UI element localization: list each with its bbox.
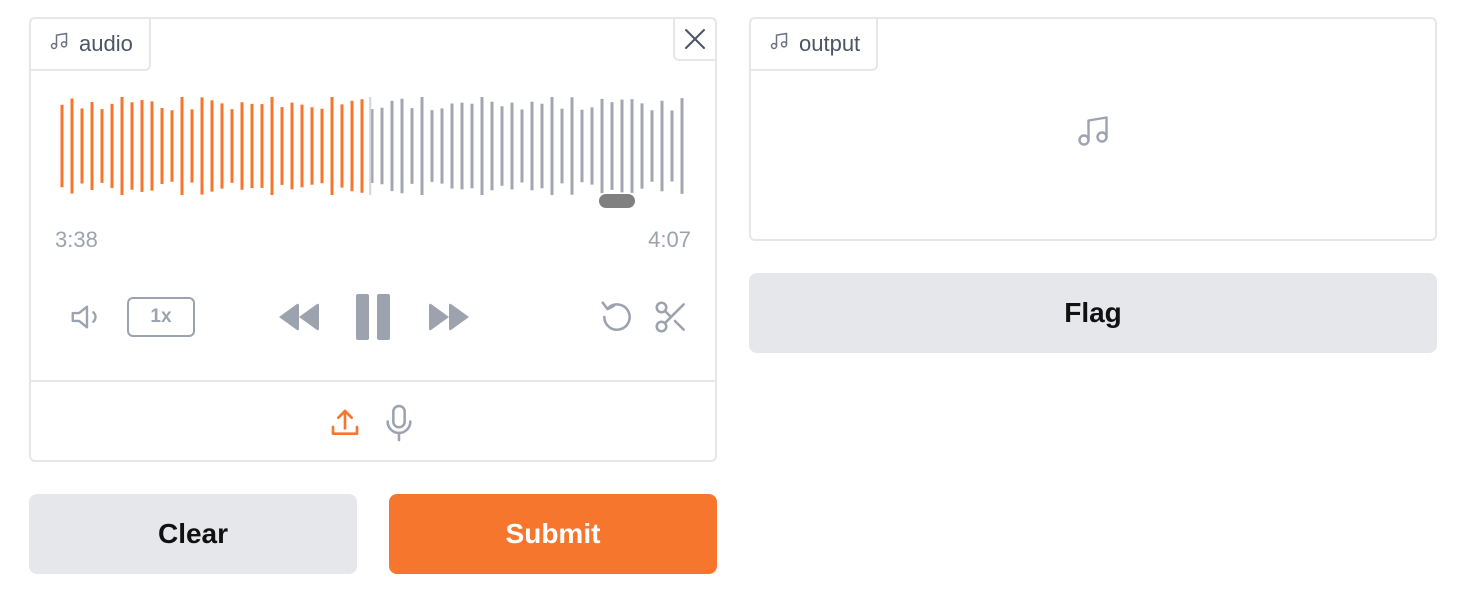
reset-button[interactable] (597, 297, 637, 337)
pause-icon (356, 294, 390, 340)
trim-button[interactable] (651, 297, 691, 337)
output-label-tab: output (749, 17, 879, 71)
audio-input-panel: audio 3:38 4:07 1x (29, 17, 717, 462)
reset-icon (601, 301, 631, 331)
audio-output-panel: output (749, 17, 1437, 241)
volume-icon (71, 305, 97, 329)
submit-button[interactable]: Submit (389, 494, 717, 574)
current-time: 3:38 (55, 227, 98, 252)
music-note-icon (769, 31, 789, 57)
close-icon (685, 29, 705, 49)
volume-button[interactable] (67, 297, 107, 337)
clear-button[interactable]: Clear (29, 494, 357, 574)
output-placeholder (1075, 113, 1111, 149)
audio-label-tab: audio (29, 17, 151, 71)
pause-button[interactable] (349, 291, 397, 343)
microphone-icon (386, 404, 412, 442)
audio-label: audio (79, 31, 133, 56)
waveform[interactable] (31, 19, 715, 460)
output-label: output (799, 31, 861, 56)
fast-forward-icon (429, 303, 469, 331)
close-button[interactable] (673, 17, 717, 61)
total-duration: 4:07 (648, 227, 691, 252)
upload-icon (331, 409, 359, 435)
music-note-icon (1078, 116, 1108, 146)
scissors-icon (655, 301, 685, 333)
playback-speed-button[interactable]: 1x (127, 297, 195, 337)
source-divider (31, 380, 715, 382)
microphone-source-button[interactable] (381, 401, 417, 445)
rewind-button[interactable] (271, 293, 327, 341)
fast-forward-button[interactable] (421, 293, 477, 341)
rewind-icon (279, 303, 319, 331)
flag-button[interactable]: Flag (749, 273, 1437, 353)
music-note-icon (49, 31, 69, 57)
trim-handle[interactable] (599, 194, 635, 208)
upload-source-button[interactable] (327, 403, 363, 443)
